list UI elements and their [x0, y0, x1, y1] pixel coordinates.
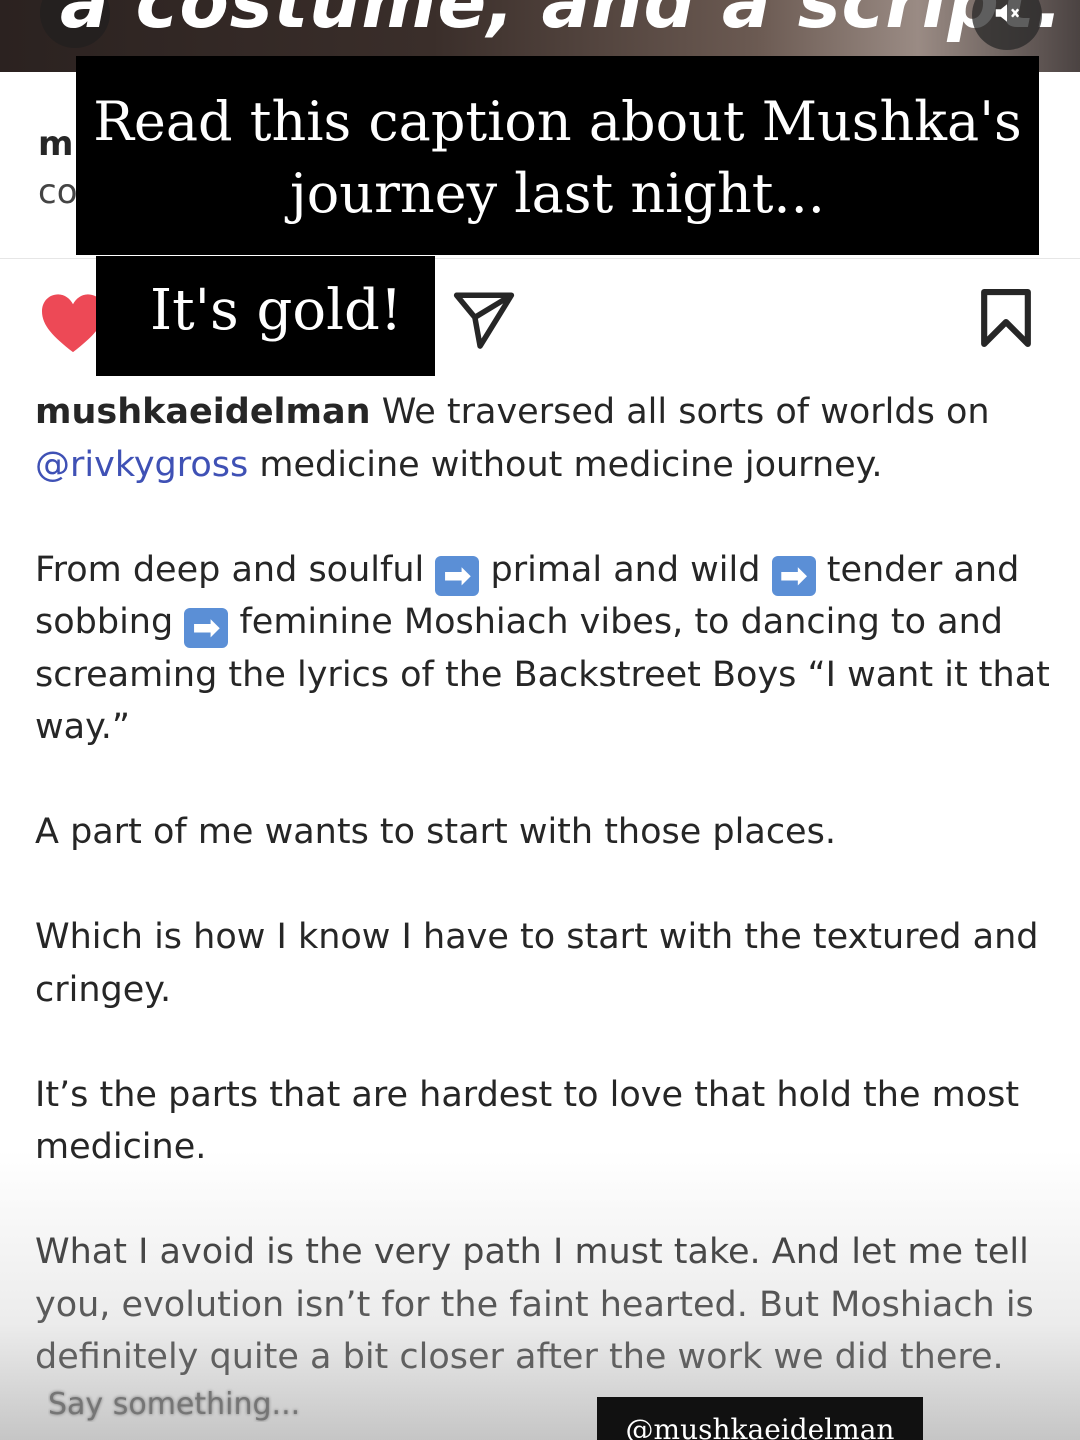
story-text-overlay: Read this caption about Mushka's journey…	[76, 56, 1039, 255]
mention-sticker[interactable]: @mushkaeidelman	[597, 1397, 923, 1440]
video-caption-text: a costume, and a script.	[60, 0, 1064, 44]
post-header-subtitle: co	[38, 172, 78, 212]
story-text-overlay-small: It's gold!	[96, 256, 435, 376]
caption-paragraph-5: It’s the parts that are hardest to love …	[35, 1074, 1020, 1168]
send-icon[interactable]	[452, 290, 516, 350]
speaker-muted-icon	[995, 4, 1020, 22]
caption-paragraph-2: From deep and soulful ➡ primal and wild …	[35, 544, 1055, 754]
reply-input[interactable]	[46, 1386, 450, 1423]
mention-link[interactable]: @rivkygross	[35, 445, 248, 485]
caption-username[interactable]: mushkaeidelman	[35, 392, 371, 432]
right-arrow-emoji-icon: ➡	[184, 608, 229, 648]
caption-text: primal and wild	[479, 549, 772, 590]
post-caption: mushkaeidelman We traversed all sorts of…	[35, 386, 1055, 1436]
caption-paragraph-6: What I avoid is the very path I must tak…	[35, 1232, 1034, 1377]
overlay-line-2: journey last night...	[290, 162, 825, 225]
caption-text: From deep and soulful	[35, 549, 436, 590]
caption-text: We traversed all sorts of worlds on	[370, 392, 990, 432]
bookmark-icon[interactable]	[978, 288, 1034, 348]
caption-paragraph-3: A part of me wants to start with those p…	[35, 812, 836, 852]
post-header-username[interactable]: m	[38, 124, 73, 164]
caption-paragraph-1: mushkaeidelman We traversed all sorts of…	[35, 386, 1055, 491]
overlay-line-1: Read this caption about Mushka's	[93, 90, 1022, 153]
right-arrow-emoji-icon: ➡	[771, 555, 816, 596]
right-arrow-emoji-icon: ➡	[435, 555, 480, 596]
caption-paragraph-4: Which is how I know I have to start with…	[35, 917, 1039, 1010]
caption-text: medicine without medicine journey.	[248, 444, 883, 485]
